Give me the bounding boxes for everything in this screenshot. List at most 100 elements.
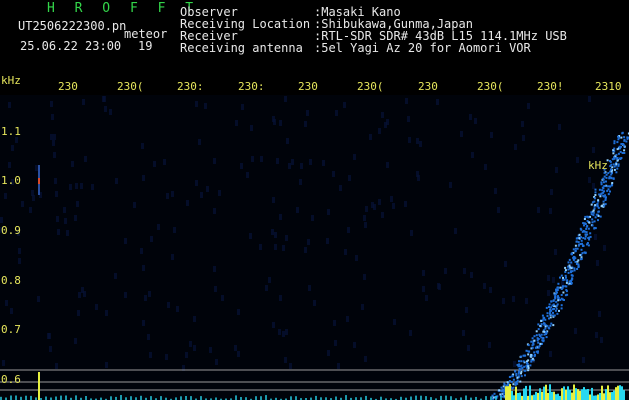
meteor-trace-point (613, 147, 616, 150)
meteor-trace-point (607, 193, 610, 196)
noise-cell (390, 196, 393, 202)
noise-cell (213, 266, 216, 272)
noise-cell (462, 330, 465, 336)
intensity-bar (425, 396, 427, 400)
noise-cell (55, 191, 58, 197)
noise-cell (78, 292, 81, 298)
meteor-trace-point (541, 339, 544, 342)
noise-cell (105, 362, 108, 368)
meteor-trace-point (602, 177, 605, 180)
intensity-bar (615, 387, 617, 400)
meteor-trace-point (623, 136, 626, 139)
meteor-trace-point (608, 185, 611, 188)
meteor-trace-point (594, 204, 597, 207)
intensity-bar (515, 386, 517, 400)
noise-cell (288, 163, 291, 169)
intensity-bar (555, 394, 557, 400)
noise-cell (284, 357, 287, 363)
noise-cell (171, 191, 174, 197)
noise-cell (299, 179, 302, 185)
noise-cell (95, 304, 98, 310)
noise-cell (425, 295, 428, 301)
meteor-trace-point (564, 266, 567, 269)
meteor-trace-point (546, 315, 549, 317)
noise-cell (251, 156, 254, 162)
meteor-trace-point (552, 299, 555, 302)
meteor-trace-point (600, 183, 603, 186)
meteor-trace-point (564, 271, 567, 273)
noise-cell (291, 159, 294, 165)
noise-cell (381, 112, 384, 118)
noise-cell (378, 128, 381, 134)
meteor-trace-point (591, 218, 594, 221)
noise-cell (463, 268, 466, 274)
noise-cell (419, 141, 422, 147)
meteor-trace-point (530, 353, 533, 356)
intensity-bar (200, 396, 202, 400)
meteor-trace-point (518, 363, 521, 366)
noise-cell (588, 96, 591, 102)
carrier-line (38, 372, 40, 400)
noise-cell (250, 125, 253, 131)
y-unit-inline-label: kHz (588, 159, 608, 172)
noise-cell (18, 248, 21, 254)
noise-cell (404, 201, 407, 207)
intensity-bar (529, 385, 531, 400)
intensity-bar (563, 386, 565, 400)
meteor-trace-point (560, 307, 563, 310)
meteor-trace-point (527, 353, 530, 356)
meteor-trace-point (579, 243, 582, 245)
intensity-bar (445, 395, 447, 400)
meteor-trace-point (527, 365, 530, 368)
noise-cell (513, 361, 516, 367)
meteor-trace-point (592, 209, 595, 212)
meteor-trace-point (546, 312, 549, 315)
meteor-trace-point (577, 241, 580, 244)
meteor-trace-point (550, 300, 553, 303)
noise-cell (512, 296, 515, 302)
intensity-bar (537, 392, 539, 400)
intensity-bar (575, 388, 577, 400)
noise-cell (193, 316, 196, 322)
intensity-bar (567, 386, 569, 400)
noise-cell (52, 140, 55, 146)
noise-cell (296, 207, 299, 213)
noise-cell (240, 163, 243, 169)
noise-cell (171, 254, 174, 260)
intensity-bar (235, 395, 237, 400)
noise-cell (574, 328, 577, 334)
intensity-bar (543, 386, 545, 400)
noise-cell (18, 258, 21, 264)
intensity-bar (85, 396, 87, 400)
noise-cell (592, 147, 595, 153)
meteor-trace-point (499, 393, 502, 396)
meteor-trace-point (576, 247, 579, 250)
intensity-bar (547, 393, 549, 400)
noise-cell (47, 333, 50, 339)
meteor-trace-point (514, 370, 517, 373)
intensity-bar (539, 388, 541, 400)
noise-cell (237, 351, 240, 357)
intensity-bar (609, 392, 611, 400)
noise-cell (2, 360, 5, 366)
meteor-trace-point (512, 383, 515, 386)
meteor-trace-point (501, 388, 504, 391)
noise-cell (381, 212, 384, 218)
noise-cell (603, 245, 606, 251)
intensity-bar (10, 395, 12, 400)
meteor-trace-point (528, 350, 531, 353)
meteor-trace-point (520, 370, 523, 373)
noise-cell (165, 354, 168, 360)
intensity-bar (345, 395, 347, 400)
noise-cell (437, 283, 440, 289)
meteor-trace-point (518, 368, 521, 370)
intensity-bar (545, 384, 547, 400)
intensity-bar (465, 395, 467, 400)
meteor-trace-point (575, 240, 578, 243)
noise-cell (29, 207, 32, 213)
meteor-trace-point (612, 152, 615, 155)
noise-cell (552, 277, 555, 283)
meteor-trace-point (493, 392, 496, 395)
meteor-trace-point (557, 299, 560, 302)
meteor-trace-point (565, 281, 568, 284)
